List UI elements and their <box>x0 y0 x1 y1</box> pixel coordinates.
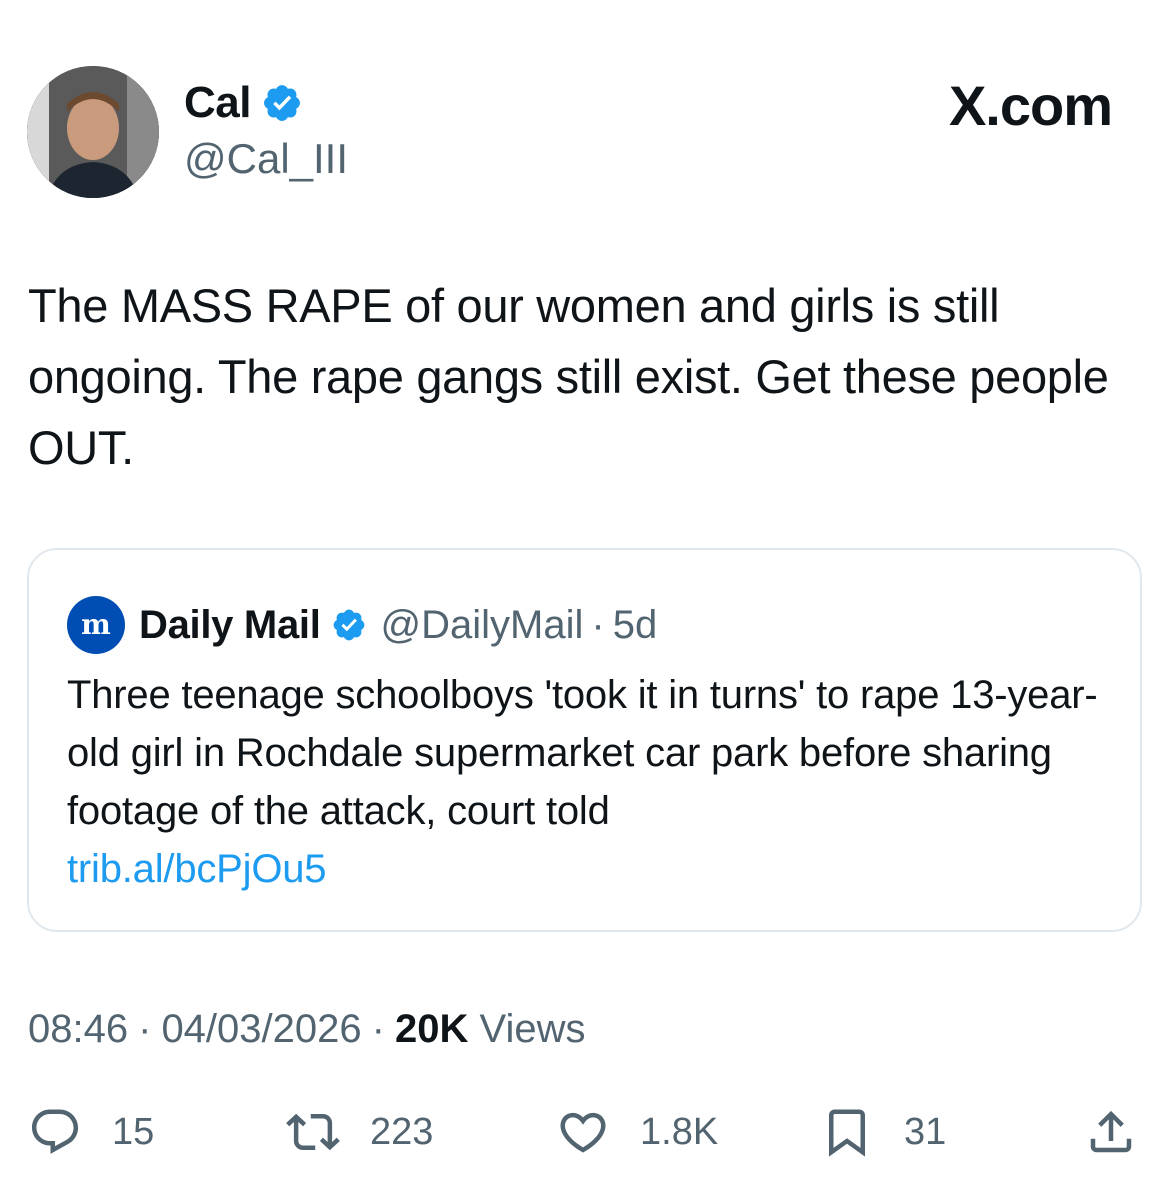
retweet-count: 223 <box>370 1110 434 1153</box>
author-name-text: Cal <box>184 78 251 127</box>
daily-mail-logo-icon: m <box>67 596 125 654</box>
tweet-date[interactable]: 04/03/2026 <box>161 1007 361 1051</box>
tweet-time[interactable]: 08:46 <box>28 1007 128 1051</box>
author-display-name[interactable]: Cal <box>184 78 303 128</box>
retweet-icon <box>286 1113 340 1151</box>
quoted-author-handle[interactable]: @DailyMail <box>381 602 584 648</box>
author-avatar[interactable] <box>27 66 159 198</box>
bookmark-count: 31 <box>904 1110 947 1153</box>
views-label: Views <box>479 1007 586 1051</box>
quoted-tweet-card[interactable]: m Daily Mail @DailyMail · 5d Three teena… <box>27 548 1142 932</box>
like-button[interactable]: 1.8K <box>556 1100 718 1164</box>
verified-badge-icon <box>333 609 364 641</box>
quoted-tweet-link[interactable]: trib.al/bcPjOu5 <box>67 840 1107 898</box>
meta-separator: · <box>371 1007 385 1051</box>
quoted-tweet-text: Three teenage schoolboys 'took it in tur… <box>67 673 1098 833</box>
reply-icon <box>31 1109 79 1154</box>
like-count: 1.8K <box>640 1110 719 1153</box>
verified-badge-icon <box>264 85 300 121</box>
action-bar: 15 223 1.8K 31 <box>0 1100 1170 1164</box>
quoted-author-name[interactable]: Daily Mail <box>139 602 321 648</box>
daily-mail-logo-letter: m <box>81 608 111 641</box>
views-count: 20K <box>394 1007 469 1051</box>
author-handle[interactable]: @Cal_III <box>184 136 348 182</box>
retweet-button[interactable]: 223 <box>286 1100 433 1164</box>
site-brand: X.com <box>948 74 1113 137</box>
quoted-timestamp[interactable]: 5d <box>613 602 658 648</box>
meta-separator: · <box>138 1007 152 1051</box>
quoted-tweet-text-block: Three teenage schoolboys 'took it in tur… <box>67 666 1107 898</box>
like-icon <box>560 1112 606 1153</box>
reply-count: 15 <box>112 1110 155 1153</box>
bookmark-button[interactable]: 31 <box>820 1100 946 1164</box>
tweet-meta: 08:46 · 04/03/2026 · 20K Views <box>28 1006 585 1052</box>
share-icon <box>1090 1110 1132 1153</box>
share-button[interactable] <box>1084 1100 1138 1164</box>
quoted-separator: · <box>591 603 605 647</box>
reply-button[interactable]: 15 <box>28 1100 154 1164</box>
bookmark-icon <box>829 1109 865 1157</box>
quoted-tweet-header: m Daily Mail @DailyMail · 5d <box>67 596 657 654</box>
avatar-photo <box>27 66 159 198</box>
tweet-text: The MASS RAPE of our women and girls is … <box>28 279 1109 474</box>
